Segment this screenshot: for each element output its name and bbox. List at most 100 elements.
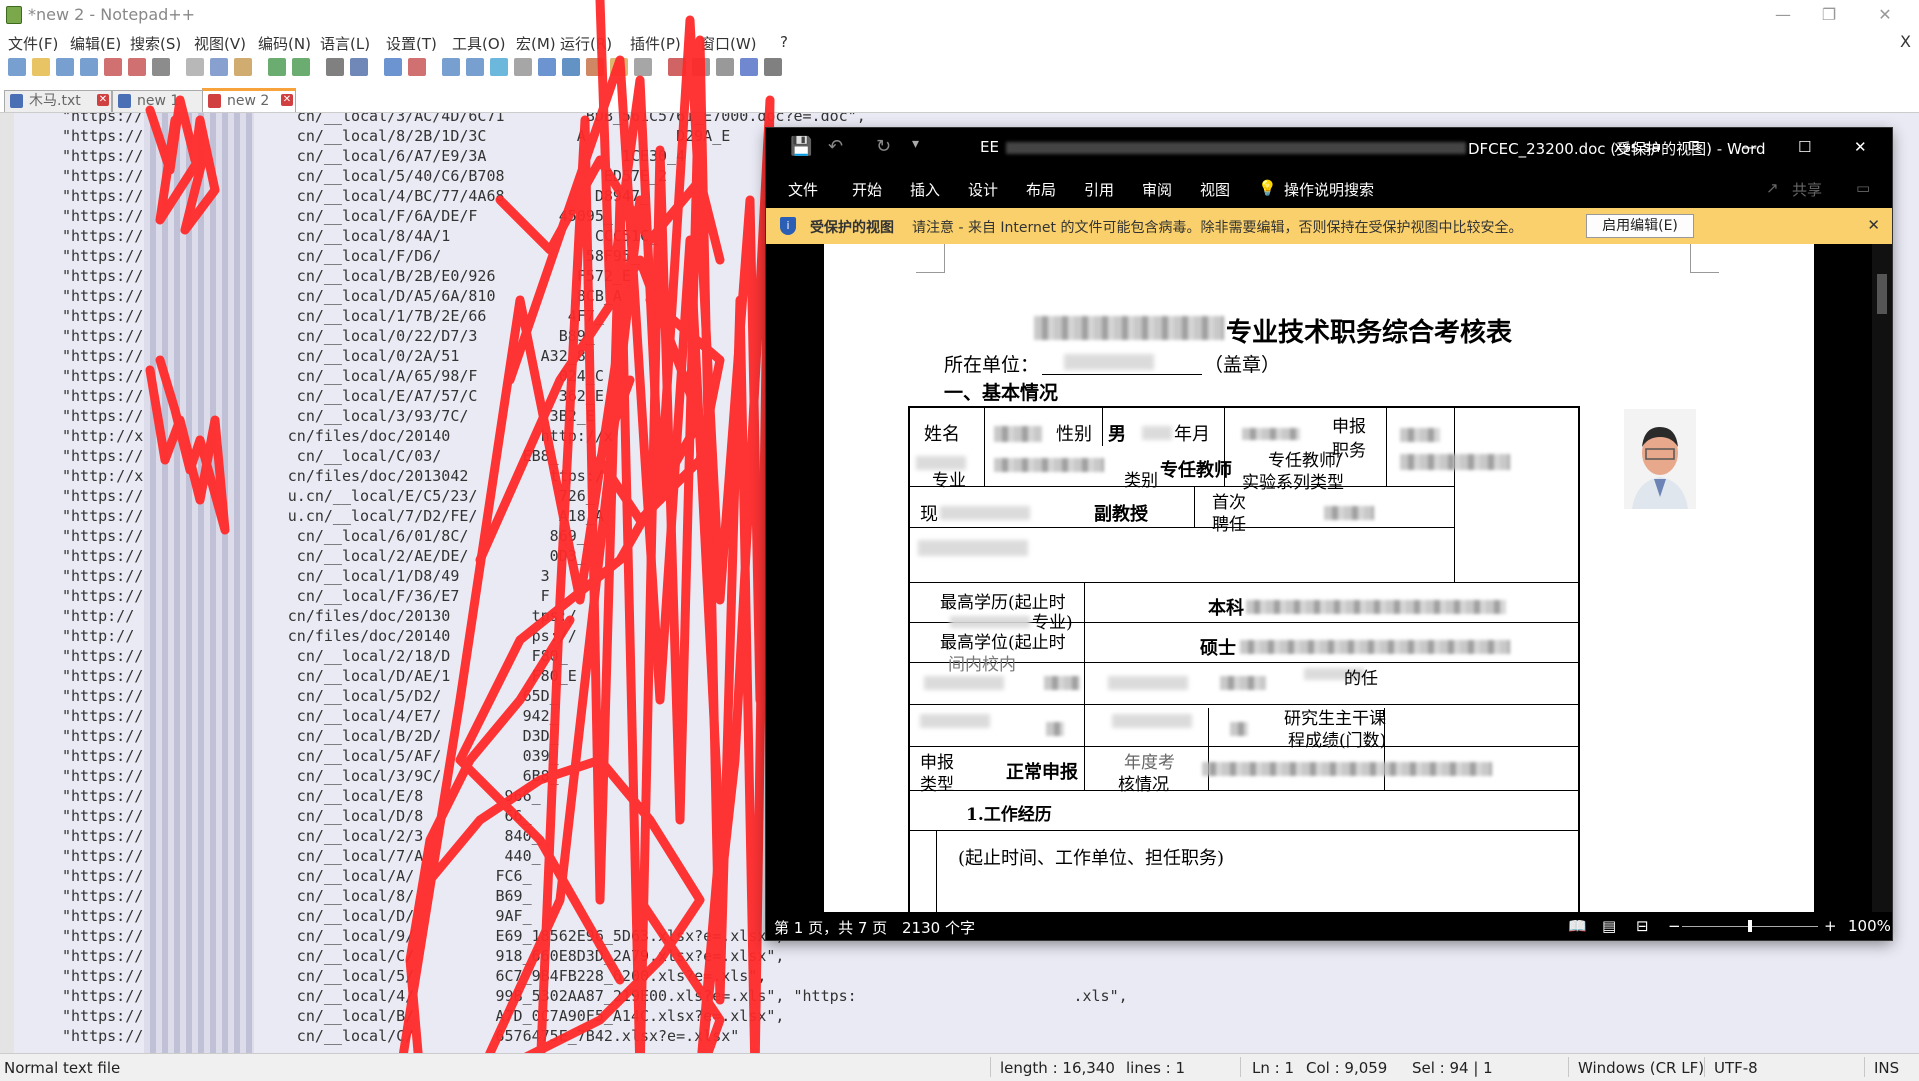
tab-file[interactable]: 文件 [788,179,818,200]
menu-item-0[interactable]: 文件(F) [8,33,58,54]
redo-icon[interactable] [292,58,310,76]
redacted-value [918,540,1028,556]
record-icon[interactable] [668,58,686,76]
menu-item-7[interactable]: 工具(O) [452,33,506,54]
paste-icon[interactable] [234,58,252,76]
menu-item-3[interactable]: 视图(V) [194,33,246,54]
cut-icon[interactable] [186,58,204,76]
menu-item-12[interactable]: ? [780,33,788,51]
close-all-icon[interactable] [128,58,146,76]
close-tab-icon[interactable]: ✕ [97,94,109,106]
share-button[interactable]: 共享 [1792,179,1822,200]
word-count[interactable]: 2130 个字 [902,917,975,938]
replace-icon[interactable] [350,58,368,76]
menu-item-1[interactable]: 编辑(E) [70,33,121,54]
maximize-icon[interactable]: ❐ [1806,0,1852,30]
close-document-icon[interactable]: X [1900,32,1911,51]
sync-v-icon[interactable] [442,58,460,76]
status-divider [1864,1057,1865,1077]
all-chars-icon[interactable] [538,58,556,76]
zoom-out-icon[interactable] [408,58,426,76]
share-icon[interactable]: ↗ [1766,179,1779,197]
code-line: "https:// cn/__local/0/2A/51 A32_8 [62,347,586,365]
word-user[interactable]: xss sa [1614,138,1660,156]
find-icon[interactable] [326,58,344,76]
minimize-icon[interactable]: — [1760,0,1806,30]
play-icon[interactable] [716,58,734,76]
tab-view[interactable]: 视图 [1200,179,1230,200]
menu-item-2[interactable]: 搜索(S) [130,33,181,54]
menu-item-5[interactable]: 语言(L) [320,33,370,54]
print-layout-icon[interactable]: ▤ [1602,917,1616,935]
tab-file-muma[interactable]: 木马.txt ✕ [4,90,112,112]
tab-home[interactable]: 开始 [852,179,882,200]
close-icon[interactable] [104,58,122,76]
menu-item-9[interactable]: 运行(R) [560,33,612,54]
close-icon[interactable]: ✕ [1854,138,1867,156]
tab-new-1[interactable]: new 1 [112,90,212,112]
indent-guide-icon[interactable] [514,58,532,76]
comment-icon[interactable]: ▭ [1856,179,1870,197]
zoom-in-icon[interactable]: + [1824,917,1837,935]
redo-icon[interactable]: ↻ [876,136,891,157]
read-mode-icon[interactable]: 📖 [1568,917,1587,935]
zoom-level[interactable]: 100% [1848,917,1891,935]
function-list-icon[interactable] [586,58,604,76]
code-line: "https:// cn/__local/3/93/7C/ 3B2_E [62,407,595,425]
menu-item-4[interactable]: 编码(N) [258,33,311,54]
redacted-value [1108,676,1188,690]
print-icon[interactable] [152,58,170,76]
vertical-scrollbar[interactable] [1872,244,1892,912]
maximize-icon[interactable]: ☐ [1798,138,1811,156]
open-file-icon[interactable] [32,58,50,76]
close-tab-icon[interactable]: ✕ [281,94,293,106]
tab-layout[interactable]: 布局 [1026,179,1056,200]
copy-icon[interactable] [210,58,228,76]
cell-degree-value: 硕士 [1200,638,1236,659]
status-encoding: UTF-8 [1714,1059,1758,1077]
document-page[interactable]: 专业技术职务综合考核表 所在单位： （盖章） 一、基本情况 姓名 性别 男 年月… [824,244,1814,912]
tab-review[interactable]: 审阅 [1142,179,1172,200]
ribbon-display-icon[interactable]: ⊡ [1688,138,1700,154]
close-banner-icon[interactable]: ✕ [1867,216,1880,234]
save-macro-icon[interactable] [764,58,782,76]
sync-h-icon[interactable] [466,58,484,76]
monitor-icon[interactable] [634,58,652,76]
zoom-in-icon[interactable] [384,58,402,76]
zoom-slider-thumb[interactable] [1748,920,1752,932]
unit-underline [1042,374,1202,375]
table-rule [984,406,985,486]
tab-insert[interactable]: 插入 [910,179,940,200]
web-layout-icon[interactable]: ⊟ [1636,917,1649,935]
run-multi-icon[interactable] [740,58,758,76]
tab-new-2[interactable]: new 2 ✕ [202,88,296,112]
page-count[interactable]: 第 1 页，共 7 页 [774,917,887,938]
save-icon[interactable]: 💾 [790,136,812,157]
stop-icon[interactable] [692,58,710,76]
cell-degree-2: 间内校内 [948,655,1016,675]
save-all-icon[interactable] [80,58,98,76]
close-icon[interactable]: ✕ [1862,0,1908,30]
zoom-out-icon[interactable]: − [1668,917,1681,935]
doc-map-icon[interactable] [562,58,580,76]
undo-icon[interactable]: ↶ [828,136,843,157]
tab-design[interactable]: 设计 [968,179,998,200]
menu-item-11[interactable]: 窗口(W) [700,33,757,54]
wrap-icon[interactable] [490,58,508,76]
folder-icon[interactable] [610,58,628,76]
code-line: "https:// cn/__local/E/8 966_ [62,787,541,805]
undo-icon[interactable] [268,58,286,76]
tab-references[interactable]: 引用 [1084,179,1114,200]
minimize-icon[interactable]: — [1742,138,1757,156]
new-file-icon[interactable] [8,58,26,76]
menu-item-10[interactable]: 插件(P) [630,33,681,54]
menu-item-8[interactable]: 宏(M) [516,33,556,54]
cell-current: 现 [920,504,938,525]
save-icon[interactable] [56,58,74,76]
scrollbar-thumb[interactable] [1877,274,1887,314]
enable-editing-button[interactable]: 启用编辑(E) [1586,214,1694,238]
menu-item-6[interactable]: 设置(T) [386,33,437,54]
tell-me-search[interactable]: 操作说明搜索 [1284,179,1374,200]
cell-apply-type-value: 正常申报 [1006,762,1078,783]
quick-access-icon[interactable]: ▾ [912,136,919,152]
